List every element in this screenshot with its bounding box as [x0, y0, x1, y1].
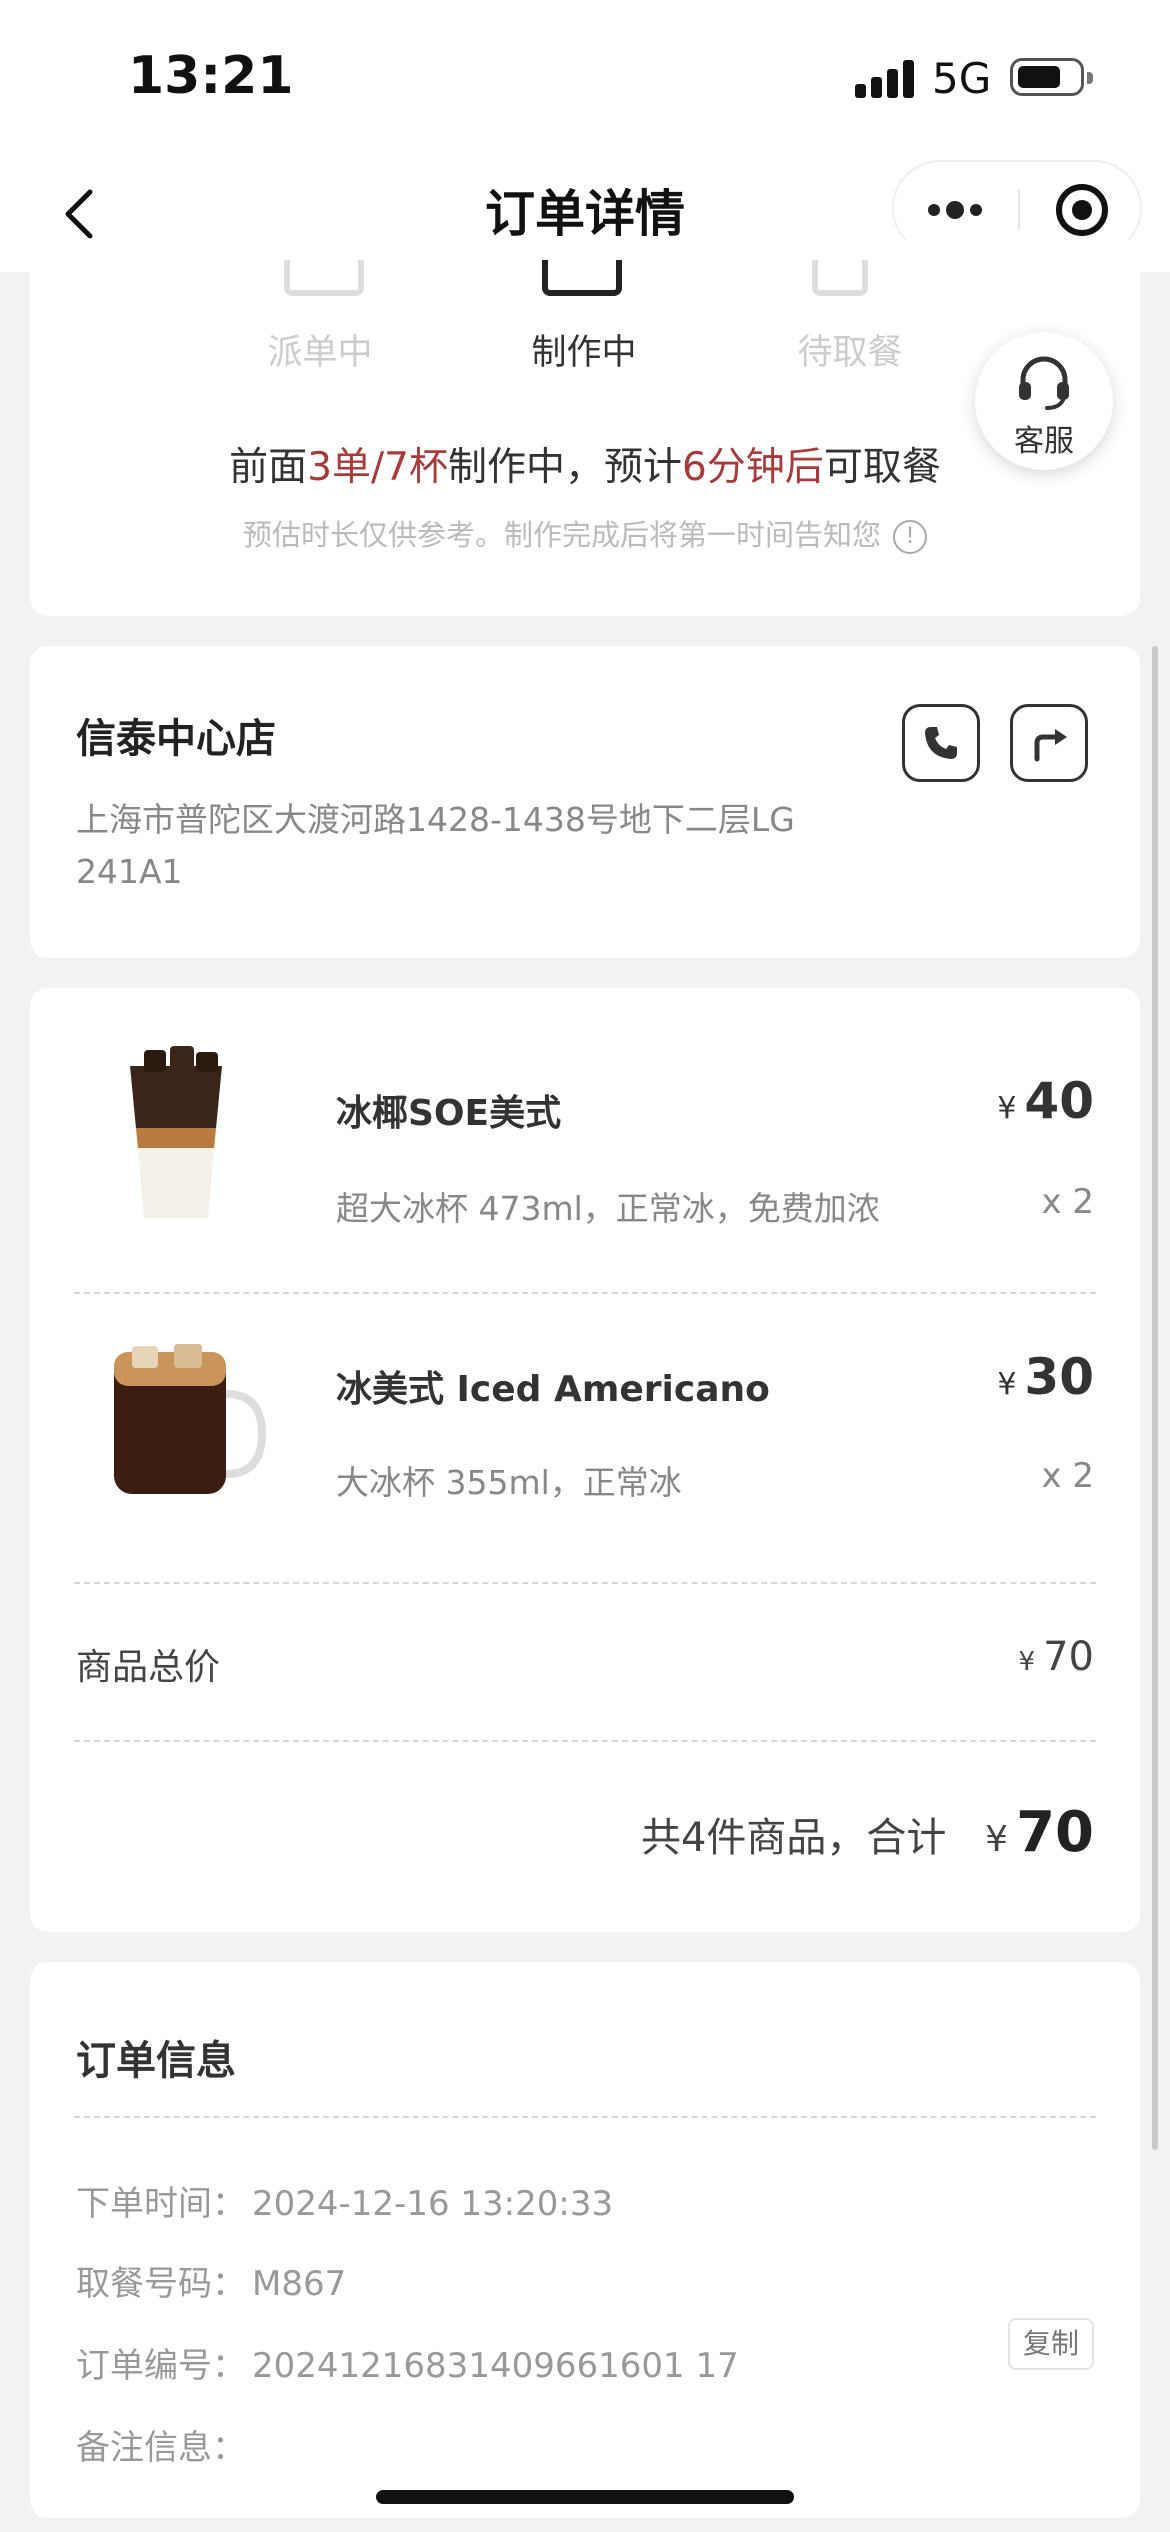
- wait-text-2: 制作中，预计: [447, 445, 682, 490]
- step-ready-for-pickup: 待取餐: [797, 333, 903, 373]
- customer-service-button[interactable]: 客服: [975, 332, 1113, 470]
- info-icon[interactable]: !: [893, 520, 927, 554]
- order-progress-card: 派单中 制作中 待取餐 前面3单/7杯制作中，预计6分钟后可取餐 预估时长仅供参…: [30, 240, 1140, 616]
- wait-note-text: 预估时长仅供参考。制作完成后将第一时间告知您: [242, 518, 881, 552]
- item-price-value: 30: [1024, 1348, 1094, 1406]
- currency-symbol: ¥: [997, 1091, 1017, 1126]
- item-name: 冰美式 Iced Americano: [336, 1369, 770, 1410]
- headset-icon: [1019, 356, 1069, 410]
- wait-note: 预估时长仅供参考。制作完成后将第一时间告知您!: [30, 512, 1140, 554]
- step-dispatching: 派单中: [267, 333, 373, 373]
- copy-order-number-button[interactable]: 复制: [1008, 2318, 1094, 2370]
- divider: [74, 2116, 1096, 2118]
- order-time-value: 2024-12-16 13:20:33: [252, 2184, 614, 2224]
- step-making: 制作中: [531, 333, 637, 373]
- store-address: 上海市普陀区大渡河路1428-1438号地下二层LG 241A1: [76, 800, 795, 891]
- order-time-label: 下单时间：: [76, 2184, 246, 2224]
- store-card: 信泰中心店 上海市普陀区大渡河路1428-1438号地下二层LG 241A1: [30, 646, 1140, 958]
- total-prefix: 共4件商品，合计: [640, 1815, 947, 1861]
- phone-icon: [925, 727, 957, 759]
- pickup-number-value: M867: [252, 2264, 347, 2304]
- remarks-label: 备注信息：: [76, 2428, 246, 2468]
- navigate-to-store-button[interactable]: [1010, 704, 1088, 782]
- navigation-icon: [1034, 729, 1067, 762]
- order-info-title: 订单信息: [76, 2038, 236, 2084]
- order-number-row: 订单编号： 20241216831409661601 17: [76, 2338, 739, 2387]
- pickup-number-label: 取餐号码：: [76, 2264, 246, 2304]
- capsule-divider: [1018, 190, 1020, 230]
- eta-time: 6分钟后: [681, 445, 824, 490]
- subtotal-label: 商品总价: [76, 1647, 221, 1688]
- status-time: 13:21: [128, 46, 294, 106]
- total-amount: 70: [1016, 1800, 1094, 1865]
- order-number-label: 订单编号：: [76, 2346, 246, 2386]
- currency-symbol: ¥: [997, 1367, 1017, 1402]
- item-name: 冰椰SOE美式: [336, 1093, 562, 1134]
- item-price: ¥30: [997, 1348, 1094, 1406]
- order-total: 共4件商品，合计 ¥70: [641, 1800, 1094, 1865]
- more-button[interactable]: [922, 182, 992, 238]
- status-bar: 13:21 5G: [0, 0, 1170, 150]
- scrollbar[interactable]: [1152, 646, 1158, 2150]
- item-price-value: 40: [1024, 1072, 1094, 1130]
- item-quantity: x 2: [1041, 1456, 1094, 1496]
- subtotal-amount: 70: [1043, 1634, 1094, 1680]
- divider: [74, 1740, 1096, 1742]
- currency-symbol: ¥: [1018, 1647, 1036, 1677]
- wait-message: 前面3单/7杯制作中，预计6分钟后可取餐: [30, 436, 1140, 492]
- order-info-card: 订单信息 下单时间： 2024-12-16 13:20:33 取餐号码： M867 …: [30, 1962, 1140, 2518]
- item-price: ¥40: [997, 1072, 1094, 1130]
- target-icon: [1056, 184, 1108, 236]
- network-type: 5G: [932, 54, 992, 103]
- pickup-number-row: 取餐号码： M867: [76, 2256, 346, 2305]
- item-quantity: x 2: [1041, 1182, 1094, 1222]
- call-store-button[interactable]: [902, 704, 980, 782]
- home-indicator[interactable]: [376, 2490, 794, 2504]
- product-image-coconut-americano: [86, 1036, 266, 1226]
- item-spec: 大冰杯 355ml，正常冰: [336, 1463, 682, 1502]
- customer-service-label: 客服: [1014, 424, 1074, 459]
- making-step-icon: [542, 260, 622, 296]
- currency-symbol: ¥: [985, 1819, 1009, 1860]
- divider: [74, 1582, 1096, 1584]
- subtotal-value: ¥70: [1019, 1634, 1094, 1680]
- battery-icon: [1010, 58, 1093, 96]
- store-name: 信泰中心店: [76, 716, 276, 762]
- product-image-iced-americano: [86, 1324, 267, 1514]
- close-mini-program-button[interactable]: [1054, 182, 1110, 238]
- divider: [74, 1292, 1096, 1294]
- remarks-row: 备注信息：: [76, 2420, 252, 2469]
- wait-text-3: 可取餐: [823, 445, 941, 490]
- order-number-value: 20241216831409661601 17: [252, 2346, 739, 2386]
- wait-text-1: 前面: [229, 445, 308, 490]
- order-items-card: 冰椰SOE美式 ¥40 超大冰杯 473ml，正常冰，免费加浓 x 2 冰美式 …: [30, 988, 1140, 1932]
- signal-icon: [855, 60, 917, 98]
- item-spec: 超大冰杯 473ml，正常冰，免费加浓: [336, 1189, 880, 1228]
- queue-count: 3单/7杯: [307, 445, 448, 490]
- dispatch-step-icon: [284, 260, 364, 296]
- pickup-step-icon: [812, 260, 868, 296]
- order-time-row: 下单时间： 2024-12-16 13:20:33: [76, 2176, 613, 2225]
- order-detail-page: 13:21 5G 订单详情 派单中 制作中 待取餐 前面3单/7杯制作中，预计6…: [0, 0, 1170, 2532]
